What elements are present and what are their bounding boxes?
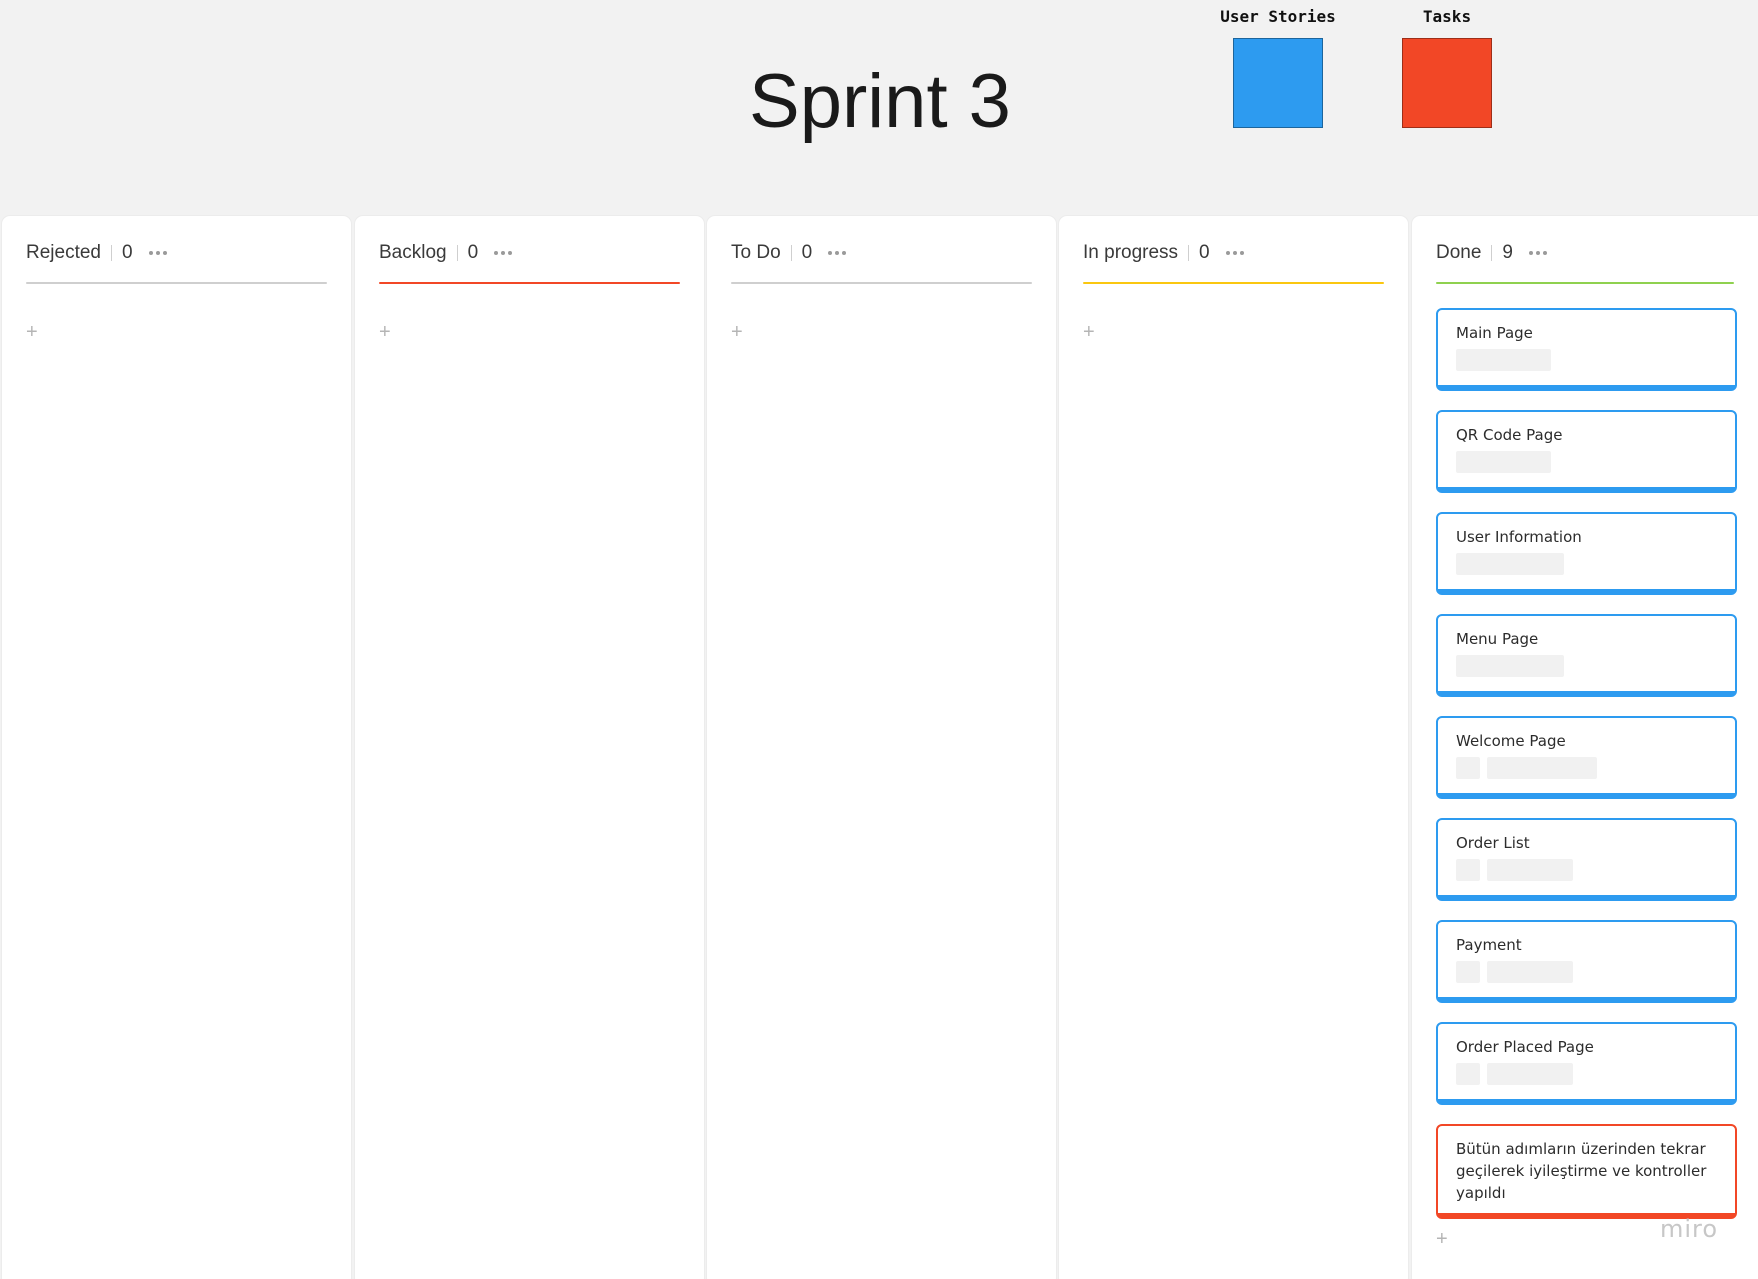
add-card-button[interactable]: + bbox=[1436, 1229, 1448, 1249]
tag-placeholder[interactable] bbox=[1487, 961, 1573, 983]
more-options-icon[interactable] bbox=[1527, 247, 1549, 259]
card-title: Menu Page bbox=[1456, 630, 1539, 648]
legend-user-stories-label: User Stories bbox=[1220, 7, 1336, 26]
card-title: QR Code Page bbox=[1456, 426, 1563, 444]
column-color-line bbox=[379, 282, 680, 284]
column-count: 0 bbox=[467, 242, 479, 263]
tag-placeholder[interactable] bbox=[1456, 757, 1480, 779]
card-tags bbox=[1456, 1063, 1717, 1085]
add-card-button[interactable]: + bbox=[1083, 322, 1095, 342]
card-user-story[interactable]: Welcome Page bbox=[1436, 716, 1737, 799]
tag-placeholder[interactable] bbox=[1456, 655, 1564, 677]
column-backlog: Backlog 0 + bbox=[355, 216, 704, 1279]
column-to-do: To Do 0 + bbox=[707, 216, 1056, 1279]
column-in-progress: In progress 0 + bbox=[1059, 216, 1408, 1279]
board: Sprint 3 User Stories Tasks Rejected 0 +… bbox=[0, 0, 1758, 1279]
card-tags bbox=[1456, 553, 1717, 575]
card-user-story[interactable]: Order List bbox=[1436, 818, 1737, 901]
column-divider bbox=[1188, 245, 1190, 261]
card-list: Main Page QR Code Page User Information … bbox=[1436, 308, 1737, 1238]
column-divider bbox=[1491, 245, 1493, 261]
card-user-story[interactable]: User Information bbox=[1436, 512, 1737, 595]
tag-placeholder[interactable] bbox=[1456, 961, 1480, 983]
column-title[interactable]: To Do bbox=[731, 242, 781, 264]
column-divider bbox=[456, 245, 458, 261]
column-header: Backlog 0 bbox=[379, 238, 680, 268]
column-title[interactable]: In progress bbox=[1083, 242, 1178, 264]
card-title: Order Placed Page bbox=[1456, 1038, 1594, 1056]
card-title: Payment bbox=[1456, 936, 1522, 954]
tag-placeholder[interactable] bbox=[1456, 1063, 1480, 1085]
column-color-line bbox=[731, 282, 1032, 284]
tag-placeholder[interactable] bbox=[1456, 349, 1551, 371]
column-header: In progress 0 bbox=[1083, 238, 1384, 268]
card-user-story[interactable]: Menu Page bbox=[1436, 614, 1737, 697]
tag-placeholder[interactable] bbox=[1456, 553, 1564, 575]
card-user-story[interactable]: QR Code Page bbox=[1436, 410, 1737, 493]
tag-placeholder[interactable] bbox=[1487, 757, 1597, 779]
card-tags bbox=[1456, 859, 1717, 881]
legend-tasks-swatch[interactable] bbox=[1402, 38, 1492, 128]
column-title[interactable]: Backlog bbox=[379, 242, 447, 264]
column-count: 0 bbox=[122, 242, 133, 263]
tag-placeholder[interactable] bbox=[1456, 451, 1551, 473]
card-title: Main Page bbox=[1456, 324, 1533, 342]
legend-user-stories: User Stories bbox=[1208, 8, 1348, 128]
column-title[interactable]: Rejected bbox=[26, 242, 101, 264]
more-options-icon[interactable] bbox=[147, 247, 169, 259]
tag-placeholder[interactable] bbox=[1487, 1063, 1573, 1085]
more-options-icon[interactable] bbox=[492, 247, 514, 259]
column-color-line bbox=[26, 282, 327, 284]
card-tags bbox=[1456, 757, 1717, 779]
column-header: Done 9 bbox=[1436, 238, 1734, 268]
more-options-icon[interactable] bbox=[826, 247, 848, 259]
column-rejected: Rejected 0 + bbox=[2, 216, 351, 1279]
column-divider bbox=[111, 245, 112, 261]
card-user-story[interactable]: Payment bbox=[1436, 920, 1737, 1003]
add-card-button[interactable]: + bbox=[379, 322, 391, 342]
card-title: Bütün adımların üzerinden tekrar geçiler… bbox=[1456, 1140, 1707, 1202]
add-card-button[interactable]: + bbox=[731, 322, 743, 342]
column-header: Rejected 0 bbox=[26, 238, 327, 268]
legend-tasks: Tasks bbox=[1377, 8, 1517, 128]
column-color-line bbox=[1083, 282, 1384, 284]
card-title: User Information bbox=[1456, 528, 1582, 546]
column-count: 9 bbox=[1502, 242, 1513, 263]
card-tags bbox=[1456, 961, 1717, 983]
card-title: Welcome Page bbox=[1456, 732, 1566, 750]
tag-placeholder[interactable] bbox=[1487, 859, 1573, 881]
legend-tasks-label: Tasks bbox=[1422, 7, 1472, 26]
legend-user-stories-swatch[interactable] bbox=[1233, 38, 1323, 128]
card-user-story[interactable]: Main Page bbox=[1436, 308, 1737, 391]
add-card-button[interactable]: + bbox=[26, 322, 38, 342]
page-title: Sprint 3 bbox=[749, 59, 1011, 144]
column-count: 0 bbox=[1199, 242, 1210, 263]
card-tags bbox=[1456, 451, 1717, 473]
card-tags bbox=[1456, 655, 1717, 677]
column-header: To Do 0 bbox=[731, 238, 1032, 268]
column-color-line bbox=[1436, 282, 1734, 284]
card-title: Order List bbox=[1456, 834, 1530, 852]
card-tags bbox=[1456, 349, 1717, 371]
more-options-icon[interactable] bbox=[1224, 247, 1246, 259]
tag-placeholder[interactable] bbox=[1456, 859, 1480, 881]
card-task[interactable]: Bütün adımların üzerinden tekrar geçiler… bbox=[1436, 1124, 1737, 1219]
column-divider bbox=[790, 245, 792, 261]
column-done: Done 9 Main Page QR Code Page User Infor… bbox=[1412, 216, 1758, 1279]
column-title[interactable]: Done bbox=[1436, 242, 1481, 264]
miro-watermark: miro bbox=[1660, 1215, 1719, 1243]
column-count: 0 bbox=[801, 242, 813, 263]
card-user-story[interactable]: Order Placed Page bbox=[1436, 1022, 1737, 1105]
